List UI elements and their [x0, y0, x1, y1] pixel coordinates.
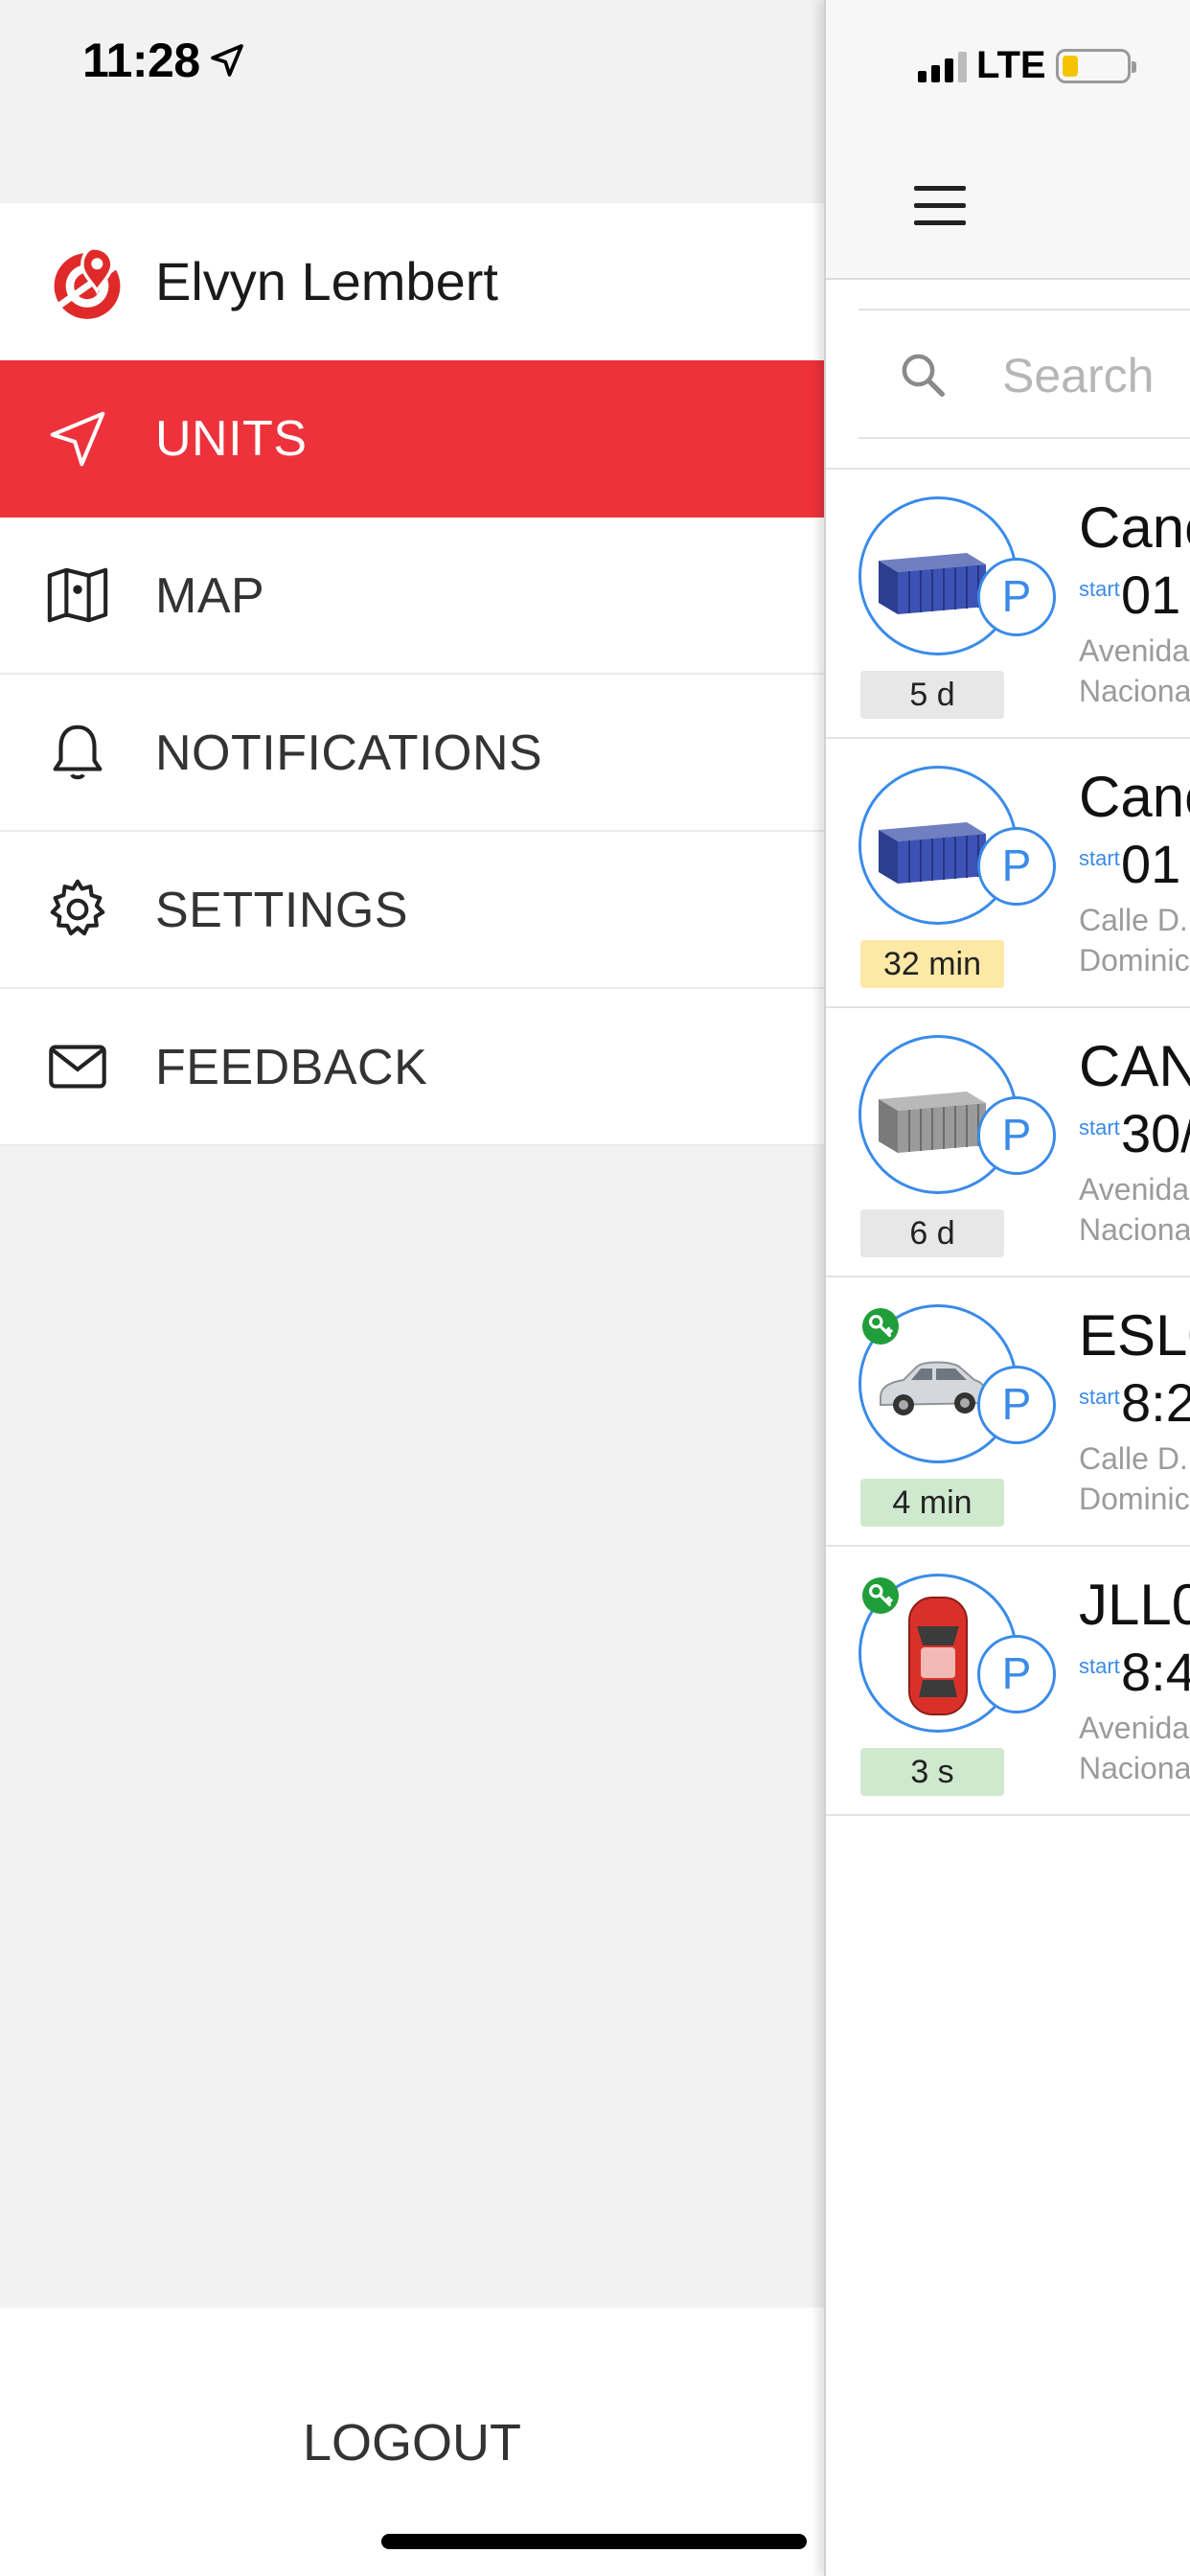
bell-icon [53, 724, 103, 780]
search-input[interactable] [1002, 337, 1190, 414]
address-line-1: Avenida [1079, 633, 1190, 668]
envelope-icon [49, 1045, 106, 1089]
address-line-2: Dominic [1079, 943, 1190, 978]
container-icon [879, 1092, 986, 1153]
start-time: 01 [1121, 564, 1181, 625]
parking-badge: P [977, 1635, 1056, 1714]
unit-list: P 5 d Canc start 01 Avenida Naciona P 32 … [826, 468, 1190, 1816]
unit-name: ESL0 [1079, 1303, 1190, 1368]
address-line-1: Calle D. [1079, 903, 1188, 937]
clock-text: 11:28 [82, 34, 200, 87]
duration-badge: 32 min [860, 940, 1004, 988]
address-line-2: Naciona [1079, 674, 1190, 708]
search-icon [902, 354, 945, 397]
menu-item-units[interactable]: UNITS [0, 360, 824, 518]
duration-badge: 6 d [860, 1209, 1004, 1257]
address-line-2: Naciona [1079, 1212, 1190, 1247]
unit-address: Avenida Naciona [1079, 631, 1190, 711]
address-line-1: Avenida [1079, 1172, 1190, 1207]
start-time: 01 [1121, 834, 1181, 894]
address-line-1: Calle D. [1079, 1441, 1188, 1476]
unit-row[interactable]: P 3 s JLL0 start 8:4 Avenida Naciona [826, 1547, 1190, 1816]
battery-icon [1055, 48, 1136, 83]
status-time: 11:28 [82, 33, 246, 88]
unit-address: Avenida Naciona [1079, 1169, 1190, 1250]
unit-address: Avenida Naciona [1079, 1708, 1190, 1788]
units-screen: LTE P 5 d Canc start 01 [824, 0, 1190, 2576]
car-icon [908, 1597, 968, 1715]
start-label: start [1079, 577, 1120, 601]
hamburger-menu-icon[interactable] [914, 186, 966, 226]
car-icon [880, 1361, 987, 1415]
search-bar [858, 309, 1190, 439]
start-label: start [1079, 1654, 1120, 1678]
key-icon [862, 1308, 899, 1345]
start-label: start [1079, 1385, 1120, 1409]
parking-badge: P [977, 558, 1056, 636]
address-line-2: Naciona [1079, 1751, 1190, 1785]
duration-badge: 4 min [860, 1479, 1004, 1527]
duration-badge: 5 d [860, 671, 1004, 719]
unit-row[interactable]: P 4 min ESL0 start 8:2 Calle D. Dominic [826, 1277, 1190, 1547]
navigation-arrow-icon [50, 411, 105, 467]
network-type: LTE [976, 44, 1046, 86]
menu-item-label: FEEDBACK [155, 1040, 428, 1095]
user-profile-row[interactable]: Elvyn Lembert [0, 203, 824, 360]
user-name: Elvyn Lembert [155, 251, 498, 311]
address-line-1: Avenida [1079, 1711, 1190, 1745]
start-label: start [1079, 846, 1120, 870]
start-label: start [1079, 1116, 1120, 1139]
status-indicators: LTE [918, 44, 1136, 87]
unit-row[interactable]: P 5 d Canc start 01 Avenida Naciona [826, 470, 1190, 739]
unit-name: Canc [1079, 495, 1190, 560]
key-icon [862, 1577, 899, 1614]
menu-item-settings[interactable]: SETTINGS [0, 832, 824, 989]
nav-bar: LTE [826, 0, 1190, 280]
gear-icon [50, 879, 105, 936]
start-time: 30/ [1121, 1103, 1190, 1163]
unit-row[interactable]: P 32 min Canc start 01 Calle D. Dominic [826, 739, 1190, 1008]
logout-button[interactable]: LOGOUT [0, 2413, 824, 2472]
parking-badge: P [977, 1096, 1056, 1175]
menu-item-label: MAP [155, 568, 265, 624]
unit-name: Canc [1079, 765, 1190, 829]
start-time: 8:4 [1121, 1642, 1190, 1702]
parking-badge: P [977, 827, 1056, 906]
menu-item-label: NOTIFICATIONS [155, 725, 543, 781]
unit-address: Calle D. Dominic [1079, 1438, 1190, 1519]
menu-item-feedback[interactable]: FEEDBACK [0, 989, 824, 1146]
menu-item-notifications[interactable]: NOTIFICATIONS [0, 675, 824, 832]
start-time: 8:2 [1121, 1372, 1190, 1433]
menu-item-map[interactable]: MAP [0, 518, 824, 675]
container-icon [879, 553, 986, 614]
unit-name: CAN [1079, 1034, 1190, 1098]
navigation-drawer: 11:28 Elvyn Lembert UNITS MAP NOTIFICATI… [0, 0, 824, 2576]
menu-item-label: SETTINGS [155, 883, 409, 938]
location-arrow-icon [210, 44, 243, 77]
address-line-2: Dominic [1079, 1482, 1190, 1516]
menu-item-label: UNITS [155, 411, 308, 467]
unit-address: Calle D. Dominic [1079, 900, 1190, 980]
home-indicator [381, 2534, 807, 2549]
parking-badge: P [977, 1366, 1056, 1444]
duration-badge: 3 s [860, 1748, 1004, 1796]
app-logo-icon [54, 246, 121, 319]
map-icon [47, 567, 108, 623]
cellular-signal-icon [918, 50, 967, 82]
unit-name: JLL0 [1079, 1573, 1190, 1637]
unit-row[interactable]: P 6 d CAN start 30/ Avenida Naciona [826, 1008, 1190, 1277]
container-icon [879, 822, 986, 884]
